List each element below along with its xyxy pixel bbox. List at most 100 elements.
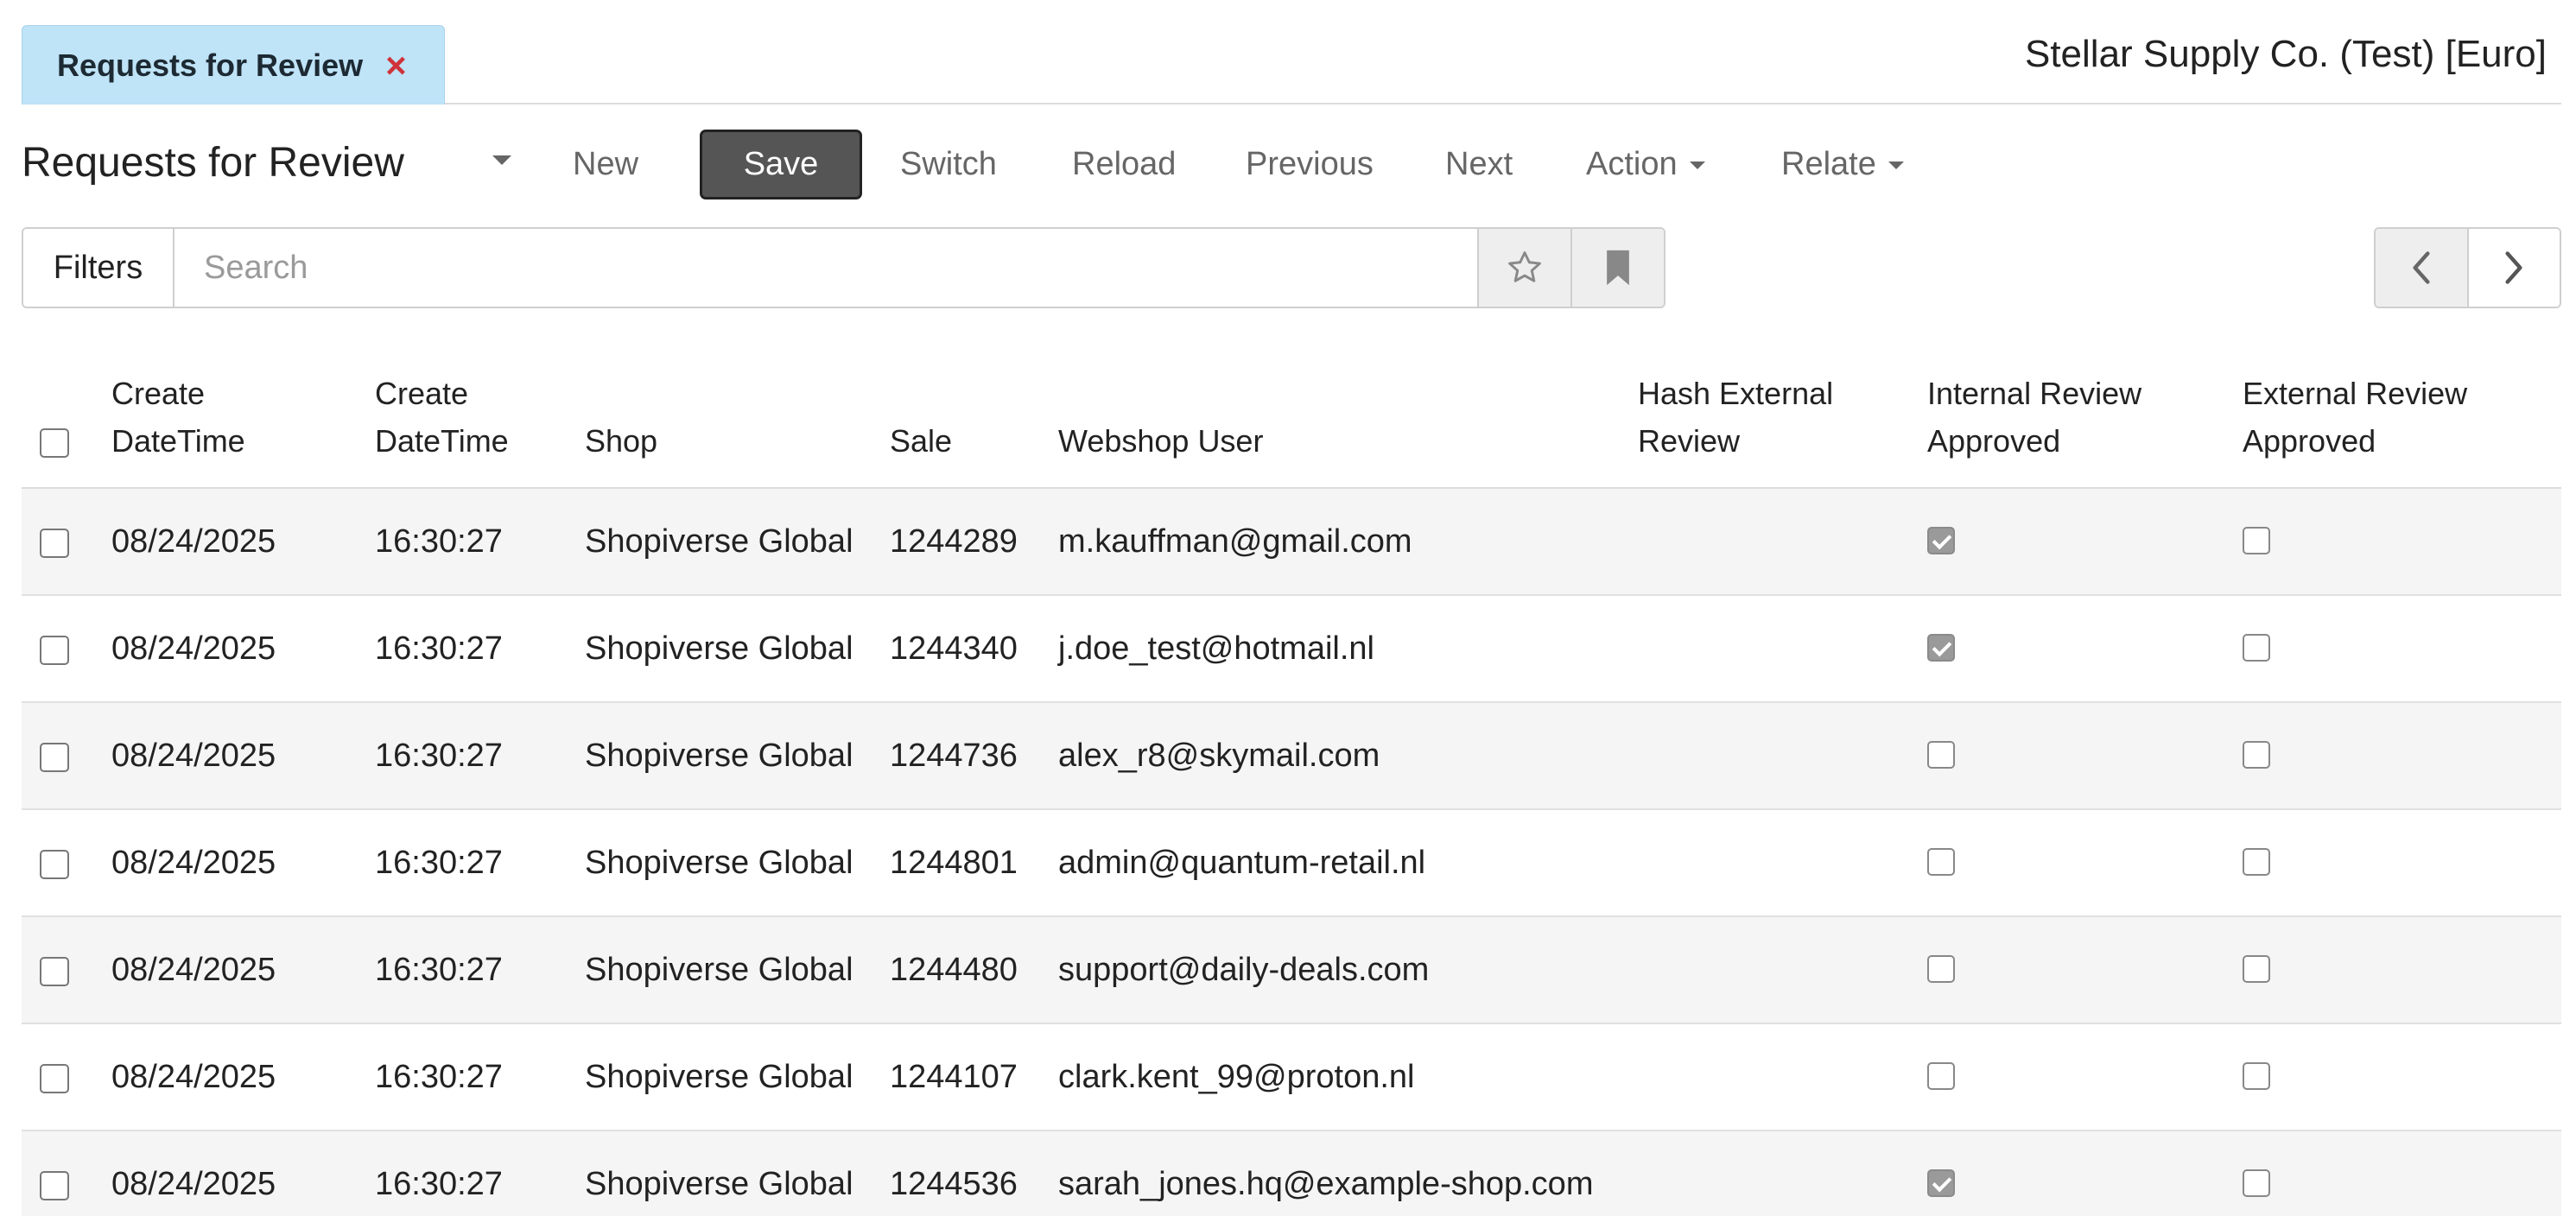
table-row[interactable]: 08/24/2025 16:30:27 Shopiverse Global 12447… xyxy=(22,703,2561,810)
page-title: Requests for Review xyxy=(22,140,404,186)
prev-page-button[interactable] xyxy=(2376,229,2467,307)
cell-shop: Shopiverse Global xyxy=(585,630,853,667)
row-select-checkbox[interactable] xyxy=(40,1171,69,1200)
chevron-down-icon[interactable] xyxy=(492,155,511,165)
header-line: DateTime xyxy=(375,423,509,459)
favorite-button[interactable] xyxy=(1477,229,1570,307)
records-table: Create DateTime Create DateTime Shop Sal… xyxy=(22,363,2561,1216)
new-button[interactable]: New xyxy=(573,146,638,183)
row-select-checkbox[interactable] xyxy=(40,636,69,665)
column-header-sale[interactable]: Sale xyxy=(890,417,952,465)
table-row[interactable]: 08/24/2025 16:30:27 Shopiverse Global 12444… xyxy=(22,917,2561,1024)
chevron-right-icon xyxy=(2505,251,2522,284)
header-line: Create xyxy=(111,376,206,411)
bookmark-icon xyxy=(1607,250,1629,286)
cell-webshop-user: m.kauffman@gmail.com xyxy=(1058,523,1412,560)
column-header-internal-review-approved[interactable]: Internal Review Approved xyxy=(1927,370,2141,465)
header-line: External Review xyxy=(2243,376,2468,411)
internal-review-approved-checkbox[interactable] xyxy=(1927,741,1955,769)
table-row[interactable]: 08/24/2025 16:30:27 Shopiverse Global 12445… xyxy=(22,1131,2561,1216)
table-row[interactable]: 08/24/2025 16:30:27 Shopiverse Global 12443… xyxy=(22,596,2561,703)
cell-create-date: 08/24/2025 xyxy=(111,630,276,667)
cell-create-time: 16:30:27 xyxy=(375,738,503,774)
external-review-approved-checkbox[interactable] xyxy=(2243,1062,2270,1090)
table-row[interactable]: 08/24/2025 16:30:27 Shopiverse Global 12442… xyxy=(22,489,2561,596)
cell-create-time: 16:30:27 xyxy=(375,1059,503,1095)
switch-button[interactable]: Switch xyxy=(900,146,997,183)
cell-webshop-user: admin@quantum-retail.nl xyxy=(1058,845,1426,881)
cell-shop: Shopiverse Global xyxy=(585,738,853,774)
table-row[interactable]: 08/24/2025 16:30:27 Shopiverse Global 12448… xyxy=(22,810,2561,917)
internal-review-approved-checkbox[interactable] xyxy=(1927,955,1955,983)
search-input[interactable] xyxy=(174,229,1477,307)
header-line: Hash External xyxy=(1638,376,1834,411)
tab-requests-for-review[interactable]: Requests for Review × xyxy=(22,25,445,104)
cell-create-time: 16:30:27 xyxy=(375,1166,503,1202)
cell-webshop-user: support@daily-deals.com xyxy=(1058,952,1430,988)
column-header-hash-external-review[interactable]: Hash External Review xyxy=(1638,370,1833,465)
select-all-checkbox[interactable] xyxy=(40,428,69,458)
cell-create-time: 16:30:27 xyxy=(375,523,503,560)
row-select-checkbox[interactable] xyxy=(40,743,69,772)
internal-review-approved-checkbox[interactable] xyxy=(1927,1169,1955,1197)
save-button[interactable]: Save xyxy=(700,130,862,200)
star-icon xyxy=(1508,251,1541,282)
cell-webshop-user: alex_r8@skymail.com xyxy=(1058,738,1380,774)
filters-button[interactable]: Filters xyxy=(23,229,174,307)
header-line: Internal Review xyxy=(1927,376,2142,411)
column-header-create-time[interactable]: Create DateTime xyxy=(375,370,509,465)
pager xyxy=(2374,227,2561,308)
cell-webshop-user: j.doe_test@hotmail.nl xyxy=(1058,630,1374,667)
internal-review-approved-checkbox[interactable] xyxy=(1927,848,1955,876)
company-name: Stellar Supply Co. (Test) [Euro] xyxy=(2024,33,2547,75)
filter-bar: Filters xyxy=(22,227,1666,308)
previous-button[interactable]: Previous xyxy=(1246,146,1374,183)
cell-create-date: 08/24/2025 xyxy=(111,523,276,560)
next-button[interactable]: Next xyxy=(1445,146,1513,183)
cell-create-date: 08/24/2025 xyxy=(111,845,276,881)
cell-create-date: 08/24/2025 xyxy=(111,952,276,988)
cell-sale: 1244536 xyxy=(890,1166,1018,1202)
row-select-checkbox[interactable] xyxy=(40,850,69,879)
cell-sale: 1244289 xyxy=(890,523,1018,560)
table-row[interactable]: 08/24/2025 16:30:27 Shopiverse Global 12441… xyxy=(22,1024,2561,1131)
header-line: Review xyxy=(1638,423,1741,459)
cell-sale: 1244107 xyxy=(890,1059,1018,1095)
action-menu-button[interactable]: Action xyxy=(1586,146,1705,183)
external-review-approved-checkbox[interactable] xyxy=(2243,848,2270,876)
cell-sale: 1244340 xyxy=(890,630,1018,667)
close-icon[interactable]: × xyxy=(385,47,407,84)
column-header-create-date[interactable]: Create DateTime xyxy=(111,370,245,465)
reload-button[interactable]: Reload xyxy=(1072,146,1176,183)
cell-create-time: 16:30:27 xyxy=(375,630,503,667)
external-review-approved-checkbox[interactable] xyxy=(2243,1169,2270,1197)
cell-webshop-user: sarah_jones.hq@example-shop.com xyxy=(1058,1166,1594,1202)
row-select-checkbox[interactable] xyxy=(40,529,69,558)
cell-sale: 1244480 xyxy=(890,952,1018,988)
internal-review-approved-checkbox[interactable] xyxy=(1927,1062,1955,1090)
bookmark-button[interactable] xyxy=(1570,229,1664,307)
caret-down-icon xyxy=(1689,162,1705,170)
external-review-approved-checkbox[interactable] xyxy=(2243,527,2270,554)
internal-review-approved-checkbox[interactable] xyxy=(1927,634,1955,662)
caret-down-icon xyxy=(1888,162,1904,170)
toolbar: Requests for Review New Save Switch Relo… xyxy=(22,130,2561,200)
tab-bar: Requests for Review × Stellar Supply Co.… xyxy=(22,0,2561,104)
cell-shop: Shopiverse Global xyxy=(585,1166,853,1202)
cell-shop: Shopiverse Global xyxy=(585,523,853,560)
next-page-button[interactable] xyxy=(2466,229,2560,307)
column-header-external-review-approved[interactable]: External Review Approved xyxy=(2243,370,2467,465)
table-header: Create DateTime Create DateTime Shop Sal… xyxy=(22,363,2561,489)
column-header-shop[interactable]: Shop xyxy=(585,417,657,465)
external-review-approved-checkbox[interactable] xyxy=(2243,741,2270,769)
cell-create-date: 08/24/2025 xyxy=(111,738,276,774)
column-header-webshop-user[interactable]: Webshop User xyxy=(1058,417,1263,465)
relate-menu-button[interactable]: Relate xyxy=(1781,146,1904,183)
external-review-approved-checkbox[interactable] xyxy=(2243,955,2270,983)
row-select-checkbox[interactable] xyxy=(40,957,69,986)
header-line: Create xyxy=(375,376,469,411)
header-line: DateTime xyxy=(111,423,245,459)
row-select-checkbox[interactable] xyxy=(40,1064,69,1093)
internal-review-approved-checkbox[interactable] xyxy=(1927,527,1955,554)
external-review-approved-checkbox[interactable] xyxy=(2243,634,2270,662)
